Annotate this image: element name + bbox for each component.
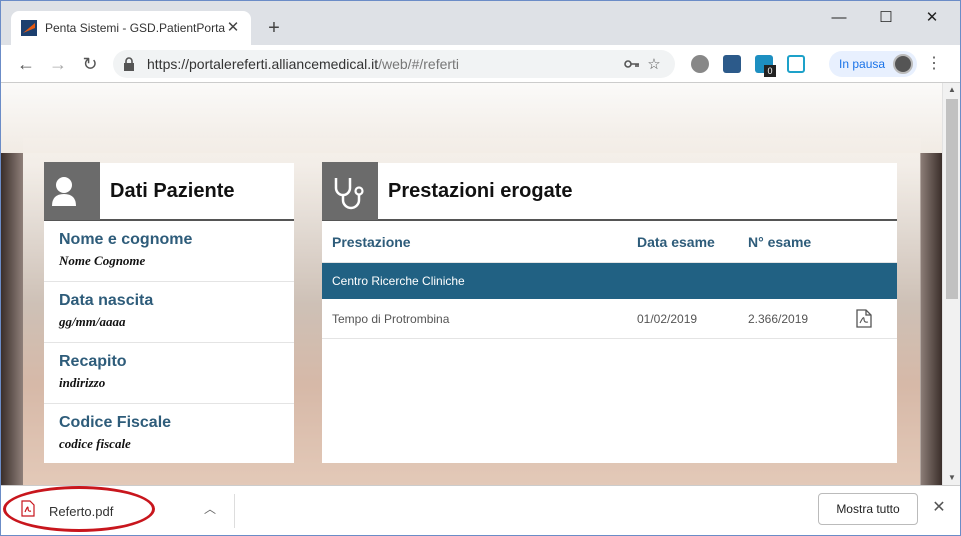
show-all-button[interactable]: Mostra tutto	[818, 493, 918, 525]
group-row: Centro Ricerche Cliniche	[322, 263, 897, 299]
avatar	[893, 54, 913, 74]
tab-title: Penta Sistemi - GSD.PatientPortal	[45, 21, 225, 35]
scroll-thumb[interactable]	[946, 99, 958, 299]
new-tab-button[interactable]: +	[263, 17, 285, 39]
profile-status: In pausa	[839, 57, 886, 71]
url-path: /web/#/referti	[378, 56, 460, 72]
minimize-button[interactable]: —	[816, 5, 862, 31]
field-label: Nome e cognome	[59, 231, 193, 248]
table-row[interactable]: Tempo di Protrombina 01/02/2019 2.366/20…	[322, 299, 897, 339]
exams-panel: Prestazioni erogate Prestazione Data esa…	[322, 162, 897, 463]
back-button[interactable]: ←	[14, 52, 38, 76]
chevron-up-icon[interactable]: ︿	[201, 500, 219, 518]
field-value: Nome Cognome	[59, 253, 146, 268]
user-icon	[44, 162, 100, 220]
page-edge-right	[920, 153, 942, 485]
stethoscope-icon	[322, 162, 378, 220]
menu-dots-icon[interactable]: ⋮	[925, 53, 943, 75]
scroll-up-icon[interactable]: ▲	[943, 83, 960, 97]
patient-field-fiscal-code: Codice Fiscale codice fiscale	[44, 404, 294, 465]
column-header-prestazione[interactable]: Prestazione	[332, 234, 411, 250]
cell-numero-esame: 2.366/2019	[748, 312, 809, 326]
exams-panel-title: Prestazioni erogate	[388, 179, 573, 202]
column-header-numero-esame[interactable]: N° esame	[748, 234, 811, 250]
url-host: https://portalereferti.alliancemedical.i…	[147, 56, 379, 72]
extension-screen-icon[interactable]	[723, 55, 741, 73]
browser-toolbar: ← → ↻ https://portalereferti.alliancemed…	[1, 45, 960, 83]
column-header-data-esame[interactable]: Data esame	[637, 234, 715, 250]
field-label: Data nascita	[59, 292, 154, 309]
field-value: codice fiscale	[59, 436, 131, 451]
extension-badge: 0	[764, 65, 776, 77]
exams-table-header: Prestazione Data esame N° esame	[322, 221, 897, 263]
window-close-button[interactable]: ✕	[909, 5, 955, 31]
patient-field-birthdate: Data nascita gg/mm/aaaa	[44, 282, 294, 343]
browser-window: Penta Sistemi - GSD.PatientPortal ✕ + — …	[0, 0, 961, 536]
divider	[234, 494, 235, 528]
patient-field-name: Nome e cognome Nome Cognome	[44, 221, 294, 282]
field-label: Codice Fiscale	[59, 414, 172, 431]
download-bar: Referto.pdf ︿ Mostra tutto ✕	[1, 485, 960, 535]
forward-button[interactable]: →	[46, 52, 70, 76]
cell-prestazione: Tempo di Protrombina	[332, 312, 450, 326]
field-value: gg/mm/aaaa	[59, 314, 126, 329]
url-text: https://portalereferti.alliancemedical.i…	[147, 56, 621, 72]
extension-n-icon[interactable]	[787, 55, 805, 73]
extension-globe-icon[interactable]	[691, 55, 709, 73]
profile-button[interactable]: In pausa	[829, 51, 917, 77]
patient-panel-header: Dati Paziente	[44, 162, 294, 221]
tab-strip: Penta Sistemi - GSD.PatientPortal ✕ + — …	[1, 1, 960, 45]
field-value: indirizzo	[59, 375, 106, 390]
cell-data-esame: 01/02/2019	[637, 312, 698, 326]
key-icon[interactable]	[621, 56, 643, 73]
download-bar-close-icon[interactable]: ✕	[929, 498, 949, 518]
patient-panel: Dati Paziente Nome e cognome Nome Cognom…	[44, 162, 294, 465]
bookmark-star-icon[interactable]: ☆	[643, 55, 665, 73]
patient-field-address: Recapito indirizzo	[44, 343, 294, 404]
page-edge-left	[1, 153, 23, 485]
browser-tab[interactable]: Penta Sistemi - GSD.PatientPortal ✕	[11, 11, 251, 45]
address-bar[interactable]: https://portalereferti.alliancemedical.i…	[113, 50, 675, 78]
maximize-button[interactable]: ☐	[863, 5, 909, 31]
site-favicon-icon	[21, 20, 37, 36]
field-label: Recapito	[59, 353, 127, 370]
scroll-down-icon[interactable]: ▼	[943, 471, 960, 485]
page-scrollbar[interactable]: ▲ ▼	[942, 83, 960, 485]
highlight-circle	[3, 486, 155, 532]
patient-panel-title: Dati Paziente	[110, 179, 235, 202]
tab-close-icon[interactable]: ✕	[225, 20, 241, 36]
reload-button[interactable]: ↻	[78, 52, 102, 76]
extension-lock-icon[interactable]: 0	[755, 55, 776, 77]
exams-panel-header: Prestazioni erogate	[322, 162, 897, 221]
lock-icon	[123, 57, 137, 71]
pdf-icon[interactable]	[856, 309, 872, 328]
